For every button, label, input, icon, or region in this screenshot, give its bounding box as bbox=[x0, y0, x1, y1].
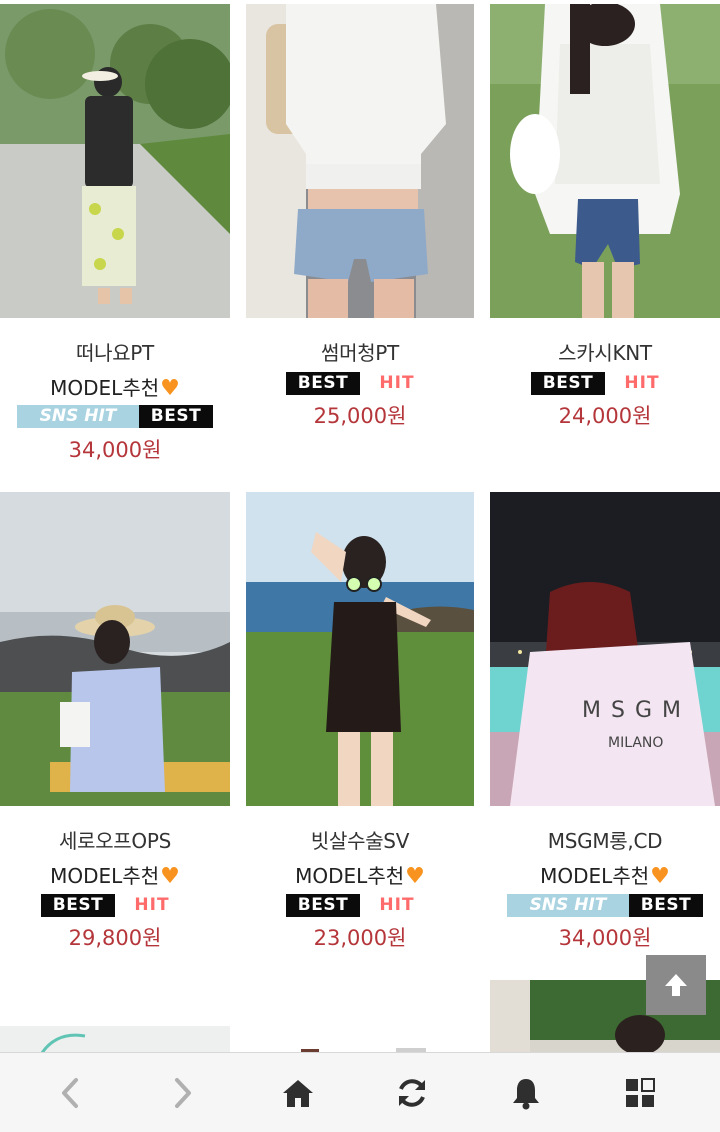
chevron-right-icon bbox=[175, 1077, 191, 1108]
heart-icon: ♥ bbox=[650, 864, 670, 889]
model-recommend-label: MODEL추천♥ bbox=[50, 376, 180, 401]
hit-badge: HIT bbox=[134, 895, 170, 915]
product-price: 24,000원 bbox=[558, 404, 652, 428]
product-name[interactable]: 썸머청PT bbox=[246, 337, 474, 366]
model-recommend-label: MODEL추천♥ bbox=[50, 864, 180, 889]
product-card[interactable]: 썸머청PT BEST HIT 25,000원 bbox=[246, 0, 474, 480]
product-photo[interactable] bbox=[490, 4, 720, 318]
refresh-icon bbox=[399, 1078, 425, 1107]
model-recommend-label: MODEL추천♥ bbox=[295, 864, 425, 889]
heart-icon: ♥ bbox=[405, 864, 425, 889]
heart-icon: ♥ bbox=[160, 376, 180, 401]
model-recommend-label: MODEL추천♥ bbox=[540, 864, 670, 889]
chevron-left-icon bbox=[62, 1077, 78, 1108]
product-photo[interactable]: MSGM MILANO bbox=[490, 492, 720, 806]
refresh-button[interactable] bbox=[352, 1053, 472, 1132]
best-badge: BEST bbox=[286, 372, 360, 395]
best-badge: BEST bbox=[41, 894, 115, 917]
hit-badge: HIT bbox=[379, 895, 415, 915]
forward-button[interactable] bbox=[123, 1053, 243, 1132]
product-card[interactable]: 세로오프OPS MODEL추천♥ BEST HIT 29,800원 bbox=[0, 492, 230, 972]
product-name[interactable]: 빗살수술SV bbox=[246, 825, 474, 854]
badge-row: SNS HIT BEST bbox=[0, 405, 230, 428]
product-photo[interactable] bbox=[0, 4, 230, 318]
best-badge: BEST bbox=[286, 894, 360, 917]
product-card[interactable]: MSGM MILANO MSGM롱,CD MODEL추천♥ SNS HIT BE… bbox=[490, 492, 720, 972]
product-photo[interactable] bbox=[246, 1040, 474, 1052]
product-card[interactable]: 빗살수술SV MODEL추천♥ BEST HIT 23,000원 bbox=[246, 492, 474, 972]
best-badge: BEST bbox=[629, 894, 703, 917]
product-price: 29,800원 bbox=[68, 926, 162, 950]
menu-grid-button[interactable] bbox=[580, 1053, 700, 1132]
msgm-city-text: MILANO bbox=[608, 735, 663, 751]
sns-hit-badge: SNS HIT bbox=[507, 894, 629, 917]
sns-hit-badge: SNS HIT bbox=[17, 405, 139, 428]
notification-button[interactable] bbox=[466, 1053, 586, 1132]
badge-row: BEST HIT bbox=[246, 372, 474, 395]
product-price: 25,000원 bbox=[313, 404, 407, 428]
product-price: 34,000원 bbox=[558, 926, 652, 950]
product-price: 34,000원 bbox=[68, 438, 162, 462]
product-card[interactable]: 스카시KNT BEST HIT 24,000원 bbox=[490, 0, 720, 480]
product-name[interactable]: 스카시KNT bbox=[490, 337, 720, 366]
badge-row: BEST HIT bbox=[0, 894, 230, 917]
badge-row: SNS HIT BEST bbox=[490, 894, 720, 917]
best-badge: BEST bbox=[139, 405, 213, 428]
product-name[interactable]: 떠나요PT bbox=[0, 337, 230, 366]
grid-icon bbox=[626, 1077, 655, 1107]
badge-row: BEST HIT bbox=[246, 894, 474, 917]
product-photo[interactable] bbox=[0, 1026, 230, 1052]
hit-badge: HIT bbox=[624, 373, 660, 393]
product-photo[interactable] bbox=[246, 4, 474, 318]
bell-icon bbox=[513, 1078, 539, 1109]
hit-badge: HIT bbox=[379, 373, 415, 393]
best-badge: BEST bbox=[531, 372, 605, 395]
bottom-navigation-bar bbox=[0, 1052, 720, 1132]
scroll-top-button[interactable] bbox=[646, 955, 706, 1015]
product-photo[interactable] bbox=[246, 492, 474, 806]
product-price: 23,000원 bbox=[313, 926, 407, 950]
back-button[interactable] bbox=[10, 1053, 130, 1132]
product-name[interactable]: MSGM롱,CD bbox=[490, 825, 720, 854]
msgm-brand-text: MSGM bbox=[582, 698, 691, 723]
home-button[interactable] bbox=[238, 1053, 358, 1132]
heart-icon: ♥ bbox=[160, 864, 180, 889]
product-name[interactable]: 세로오프OPS bbox=[0, 825, 230, 854]
home-icon bbox=[283, 1079, 313, 1107]
arrow-up-icon bbox=[665, 974, 687, 996]
product-grid: 떠나요PT MODEL추천♥ SNS HIT BEST 34,000원 썸머청P… bbox=[0, 0, 720, 1052]
product-card[interactable]: 떠나요PT MODEL추천♥ SNS HIT BEST 34,000원 bbox=[0, 0, 230, 480]
product-photo[interactable] bbox=[0, 492, 230, 806]
badge-row: BEST HIT bbox=[490, 372, 720, 395]
